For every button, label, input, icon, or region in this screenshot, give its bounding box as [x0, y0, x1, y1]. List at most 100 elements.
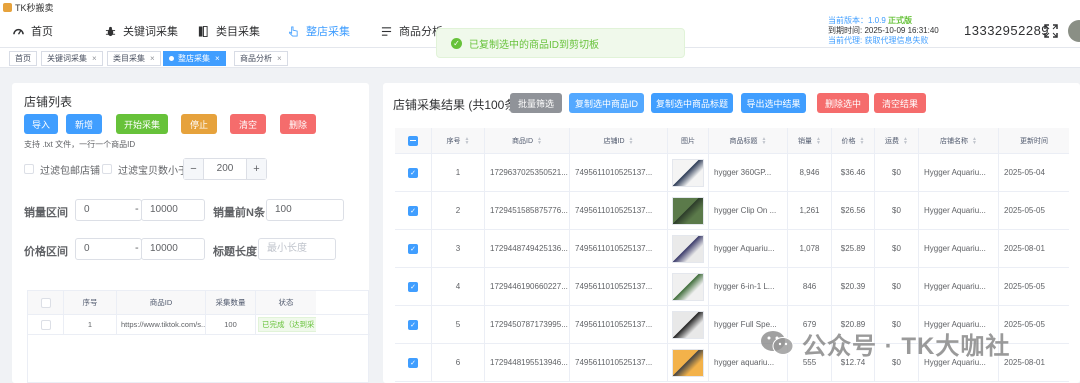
row-image [668, 306, 709, 343]
delete-selected-button[interactable]: 删除选中 [817, 93, 869, 113]
product-thumbnail[interactable] [672, 310, 704, 339]
sales-max-input[interactable]: 10000 [141, 199, 205, 221]
checkbox-checked-icon[interactable]: ✓ [408, 281, 418, 292]
list-icon [380, 25, 392, 37]
agent-info[interactable]: 当前代理: 获取代理信息失败 [828, 36, 939, 46]
row-checkbox[interactable] [28, 315, 64, 334]
product-thumbnail[interactable] [672, 158, 704, 187]
row-title: hygger 6-in-1 L... [709, 268, 788, 305]
product-thumbnail[interactable] [672, 234, 704, 263]
expire-time: 到期时间: 2025-10-09 16:31:40 [828, 26, 939, 35]
filter-free-shipping-checkbox[interactable]: 过滤包邮店铺 [24, 159, 100, 179]
row-checkbox[interactable]: ✓ [395, 344, 432, 381]
table-row[interactable]: ✓ 3 1729448749425136... 7495611010525137...… [395, 230, 1069, 268]
select-all-checkbox[interactable] [28, 291, 64, 314]
col-no[interactable]: 序号 ▲ ▼ [432, 128, 485, 153]
col-status: 状态 [256, 291, 316, 314]
checkbox-checked-icon[interactable]: ✓ [408, 167, 418, 178]
table-row[interactable]: 1 https://www.tiktok.com/s... 100 已完成（达到… [28, 315, 370, 335]
fullscreen-icon[interactable] [1044, 24, 1058, 38]
row-sales: 8,946 [788, 154, 832, 191]
product-thumbnail[interactable] [672, 272, 704, 301]
col-shipping[interactable]: 运费 ▲ ▼ [875, 128, 919, 153]
price-min-input[interactable]: 0 [75, 238, 142, 260]
table-row[interactable]: ✓ 4 1729446190660227... 7495611010525137...… [395, 268, 1069, 306]
table-row[interactable]: ✓ 1 1729637025350521... 7495611010525137...… [395, 154, 1069, 192]
sort-icon: ▲ ▼ [464, 135, 470, 146]
sales-min-input[interactable]: 0 [75, 199, 142, 221]
nav-item-keyword[interactable]: 关键词采集 [104, 14, 178, 48]
clear-results-button[interactable]: 清空结果 [874, 93, 926, 113]
row-shipping: $0 [875, 154, 919, 191]
stop-button[interactable]: 停止 [181, 114, 217, 134]
add-button[interactable]: 新增 [66, 114, 102, 134]
checkbox-checked-icon[interactable]: ✓ [408, 357, 418, 368]
checkbox-checked-icon[interactable]: ✓ [408, 319, 418, 330]
product-thumbnail[interactable] [672, 348, 704, 377]
start-collect-button[interactable]: 开始采集 [116, 114, 168, 134]
row-no: 1 [432, 154, 485, 191]
plus-icon[interactable]: + [246, 159, 266, 179]
checkbox-checked-icon[interactable]: ✓ [408, 205, 418, 216]
range-dash: - [135, 242, 139, 254]
row-checkbox[interactable]: ✓ [395, 306, 432, 343]
stepper-value[interactable]: 200 [204, 159, 246, 179]
close-icon[interactable]: × [277, 54, 282, 63]
col-product-id: 商品ID [117, 291, 206, 314]
row-checkbox[interactable]: ✓ [395, 268, 432, 305]
select-all-checkbox[interactable] [395, 128, 432, 153]
export-button[interactable]: 导出选中结果 [741, 93, 806, 113]
items-stepper[interactable]: − 200 + [183, 158, 267, 180]
clear-button[interactable]: 清空 [230, 114, 266, 134]
col-shop-id[interactable]: 店铺ID ▲ ▼ [570, 128, 668, 153]
batch-filter-button[interactable]: 批量筛选 [510, 93, 562, 113]
avatar[interactable] [1068, 20, 1080, 42]
copy-ids-button[interactable]: 复制选中商品ID [569, 93, 644, 113]
price-max-input[interactable]: 10000 [141, 238, 205, 260]
tag-analysis[interactable]: 商品分析 × [234, 51, 288, 66]
col-title[interactable]: 商品标题 ▲ ▼ [709, 128, 788, 153]
col-shop-name[interactable]: 店铺名称 ▲ ▼ [919, 128, 999, 153]
row-checkbox[interactable]: ✓ [395, 154, 432, 191]
nav-item-store[interactable]: 整店采集 [287, 14, 350, 48]
row-price: $26.56 [832, 192, 875, 229]
col-product-id[interactable]: 商品ID ▲ ▼ [485, 128, 570, 153]
product-thumbnail[interactable] [672, 196, 704, 225]
minus-icon[interactable]: − [184, 159, 204, 179]
row-shop-id: 7495611010525137... [570, 268, 668, 305]
row-shipping: $0 [875, 192, 919, 229]
sort-icon: ▲ ▼ [761, 135, 767, 146]
tag-home[interactable]: 首页 [9, 51, 37, 66]
tag-store[interactable]: 整店采集 × [163, 51, 226, 66]
nav-item-analysis[interactable]: 商品分析 [380, 14, 443, 48]
close-icon[interactable]: × [150, 54, 155, 63]
nav-item-home[interactable]: 首页 [12, 14, 53, 48]
checkbox-label: 过滤宝贝数小于 [118, 165, 188, 177]
table-header: 序号 ▲ ▼ 商品ID ▲ ▼ 店铺ID ▲ ▼ 图片 商品标题 ▲ ▼ 销量 ▲ ▼ 价格 ▲ ▼ 运… [395, 128, 1069, 154]
row-no: 2 [432, 192, 485, 229]
close-icon[interactable]: × [92, 54, 97, 63]
title-length-input[interactable]: 最小长度 [258, 238, 336, 260]
tag-keyword[interactable]: 关键词采集 × [41, 51, 103, 66]
row-product-id: 1729451585875776... [485, 192, 570, 229]
checkbox-icon [24, 164, 34, 174]
row-title: hygger Clip On ... [709, 192, 788, 229]
close-icon[interactable]: × [215, 54, 220, 63]
import-button[interactable]: 导入 [24, 114, 58, 134]
filter-items-checkbox[interactable]: 过滤宝贝数小于 [102, 159, 188, 179]
checkbox-checked-icon[interactable]: ✓ [408, 243, 418, 254]
copy-titles-button[interactable]: 复制选中商品标题 [651, 93, 733, 113]
delete-button[interactable]: 删除 [280, 114, 316, 134]
col-sales[interactable]: 销量 ▲ ▼ [788, 128, 832, 153]
book-icon [197, 25, 209, 37]
nav-item-category[interactable]: 类目采集 [197, 14, 260, 48]
row-checkbox[interactable]: ✓ [395, 192, 432, 229]
tag-category[interactable]: 类目采集 × [107, 51, 161, 66]
table-row[interactable]: ✓ 2 1729451585875776... 7495611010525137...… [395, 192, 1069, 230]
watermark-text: 公众号 · TK大咖社 [802, 332, 1011, 360]
row-price: $36.46 [832, 154, 875, 191]
col-price[interactable]: 价格 ▲ ▼ [832, 128, 875, 153]
sales-top-input[interactable]: 100 [266, 199, 344, 221]
row-checkbox[interactable]: ✓ [395, 230, 432, 267]
app-title: TK秒搬卖 [15, 2, 54, 13]
